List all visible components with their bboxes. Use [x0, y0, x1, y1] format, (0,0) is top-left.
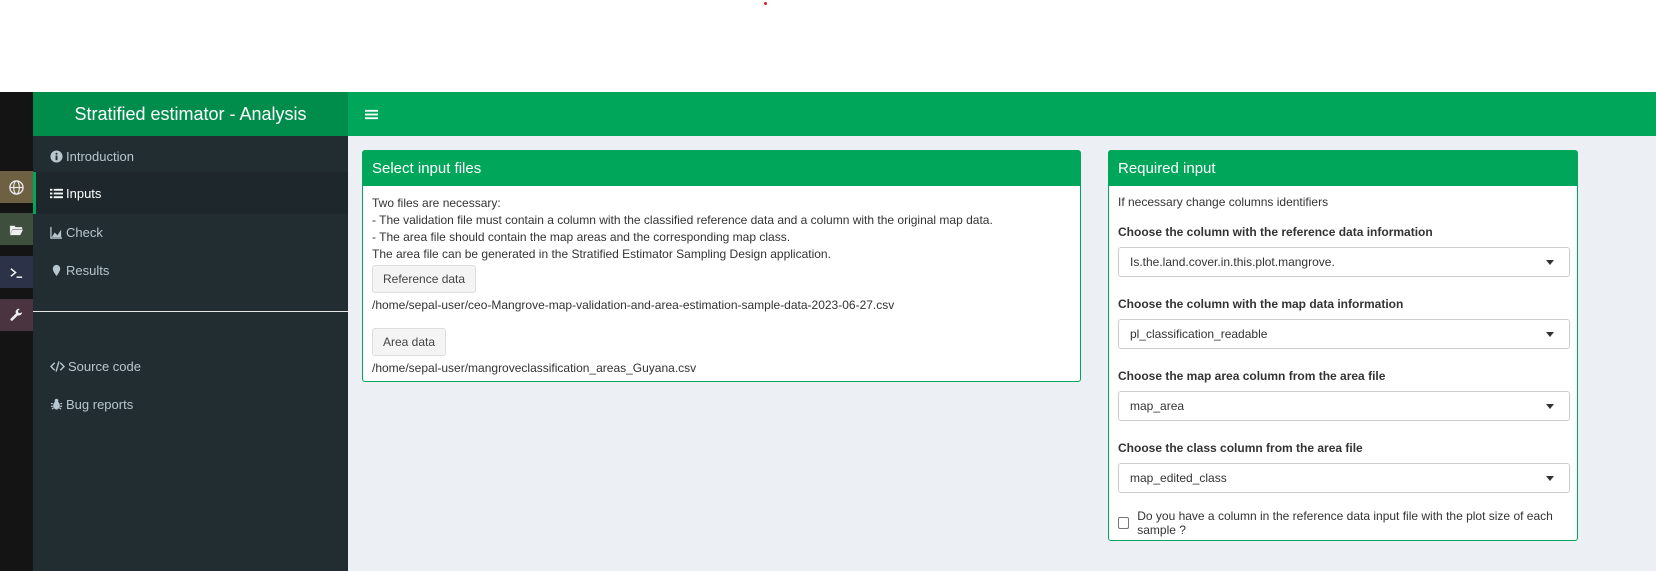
- sidebar-item-introduction[interactable]: Introduction: [33, 136, 348, 176]
- area-data-button[interactable]: Area data: [372, 328, 447, 356]
- help-line: - The area file should contain the map a…: [372, 230, 791, 244]
- select-value: map_edited_class: [1130, 471, 1227, 485]
- plot-size-checkbox-row[interactable]: Do you have a column in the reference da…: [1118, 509, 1568, 537]
- sidebar-item-check[interactable]: Check: [33, 212, 348, 252]
- cursor-dot: [764, 2, 767, 5]
- field-label: Choose the map area column from the area…: [1118, 369, 1386, 383]
- reference-data-button[interactable]: Reference data: [372, 265, 477, 293]
- sidebar-item-results[interactable]: Results: [33, 250, 348, 290]
- content-area: Select input files Two files are necessa…: [348, 136, 1656, 571]
- sidebar-item-inputs[interactable]: Inputs: [33, 172, 348, 214]
- caret-down-icon: [1546, 260, 1554, 265]
- box-title: Select input files: [363, 151, 1080, 186]
- reference-column-select[interactable]: Is.the.land.cover.in.this.plot.mangrove.: [1118, 247, 1570, 277]
- sidebar-divider: [33, 311, 348, 312]
- code-icon: [49, 359, 65, 373]
- bug-icon: [49, 397, 63, 411]
- help-line: - The validation file must contain a col…: [372, 213, 993, 227]
- required-input-box: Required input If necessary change colum…: [1108, 150, 1578, 541]
- info-circle-icon: [49, 149, 63, 163]
- box-title: Required input: [1109, 151, 1577, 186]
- area-chart-icon: [49, 225, 63, 239]
- plot-size-checkbox[interactable]: [1118, 517, 1130, 529]
- sidebar-item-label: Introduction: [66, 148, 134, 164]
- sidebar-item-label: Results: [66, 262, 110, 278]
- sidebar-item-label: Bug reports: [66, 396, 134, 412]
- map-area-column-select[interactable]: map_area: [1118, 391, 1570, 421]
- sidebar-item-label: Inputs: [66, 185, 102, 201]
- wrench-icon[interactable]: [0, 299, 33, 331]
- sidebar-item-source-code[interactable]: Source code: [33, 346, 348, 386]
- select-value: map_area: [1130, 399, 1185, 413]
- help-note: If necessary change columns identifiers: [1118, 195, 1329, 209]
- select-input-files-box: Select input files Two files are necessa…: [362, 150, 1081, 382]
- globe-icon[interactable]: [0, 171, 33, 203]
- help-line: The area file can be generated in the St…: [372, 247, 831, 261]
- caret-down-icon: [1546, 404, 1554, 409]
- app-launcher-strip: [0, 92, 33, 571]
- area-file-path: /home/sepal-user/mangroveclassification_…: [372, 361, 697, 375]
- field-label: Choose the class column from the area fi…: [1118, 441, 1363, 455]
- caret-down-icon: [1546, 476, 1554, 481]
- help-line: Two files are necessary:: [372, 196, 501, 210]
- sidebar-item-label: Check: [66, 224, 103, 240]
- checkbox-label: Do you have a column in the reference da…: [1137, 509, 1553, 537]
- field-label: Choose the column with the reference dat…: [1118, 225, 1433, 239]
- caret-down-icon: [1546, 332, 1554, 337]
- reference-file-path: /home/sepal-user/ceo-Mangrove-map-valida…: [372, 298, 895, 312]
- map-marker-icon: [49, 263, 63, 277]
- sidebar-item-label: Source code: [68, 358, 141, 374]
- app-title: Stratified estimator - Analysis: [33, 92, 348, 136]
- field-label: Choose the column with the map data info…: [1118, 297, 1404, 311]
- main-header: Stratified estimator - Analysis: [33, 92, 1656, 136]
- folder-open-icon[interactable]: [0, 213, 33, 245]
- select-value: pl_classification_readable: [1130, 327, 1268, 341]
- terminal-icon[interactable]: [0, 256, 33, 288]
- map-column-select[interactable]: pl_classification_readable: [1118, 319, 1570, 349]
- browser-top-area: [0, 0, 1656, 92]
- select-value: Is.the.land.cover.in.this.plot.mangrove.: [1130, 255, 1335, 269]
- sidebar: Introduction Inputs Check Results Source…: [33, 136, 348, 571]
- class-column-select[interactable]: map_edited_class: [1118, 463, 1570, 493]
- sidebar-item-bug-reports[interactable]: Bug reports: [33, 384, 348, 424]
- list-icon: [49, 186, 63, 200]
- sidebar-toggle-icon[interactable]: [361, 104, 381, 124]
